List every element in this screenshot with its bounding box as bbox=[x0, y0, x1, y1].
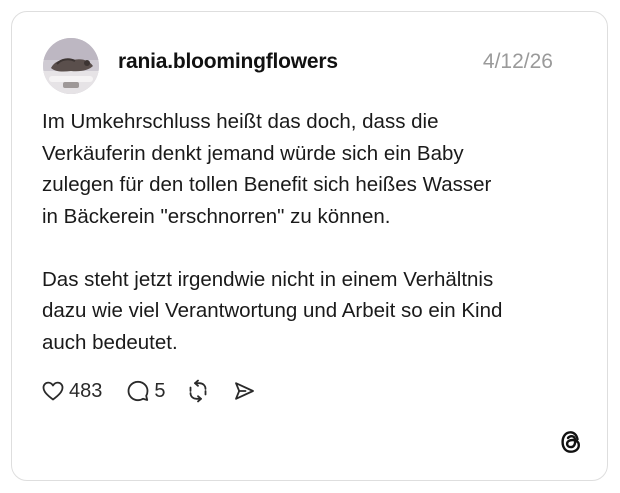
like-button[interactable]: 483 bbox=[41, 379, 102, 403]
like-count: 483 bbox=[69, 379, 103, 402]
post-card: rania.bloomingflowers 4/12/26 Im Umkehrs… bbox=[11, 11, 608, 481]
post-actions: 483 5 bbox=[41, 376, 256, 406]
avatar[interactable] bbox=[43, 38, 99, 94]
post-paragraph: Im Umkehrschluss heißt das doch, dass di… bbox=[42, 106, 582, 232]
post-line: Das steht jetzt irgendwie nicht in einem… bbox=[42, 267, 494, 291]
share-button[interactable] bbox=[232, 379, 256, 403]
repost-icon bbox=[189, 379, 206, 403]
post-date: 4/12/26 bbox=[482, 50, 553, 73]
comment-count: 5 bbox=[154, 379, 166, 402]
post-line: auch bedeutet. bbox=[42, 330, 178, 354]
post-line: in Bäckerein "erschnorren" zu können. bbox=[42, 204, 391, 228]
comment-button[interactable]: 5 bbox=[126, 379, 166, 403]
comment-icon bbox=[127, 380, 149, 402]
post-body: Im Umkehrschluss heißt das doch, dass di… bbox=[42, 106, 582, 358]
post-line: dazu wie viel Verantwortung und Arbeit s… bbox=[42, 299, 503, 322]
repost-button[interactable] bbox=[186, 379, 210, 403]
post-line: Verkäuferin denkt jemand würde sich ein … bbox=[42, 141, 464, 165]
threads-logo-icon bbox=[558, 428, 584, 456]
avatar-photo bbox=[43, 38, 99, 94]
share-icon bbox=[234, 382, 254, 400]
post-paragraph: Das steht jetzt irgendwie nicht in einem… bbox=[42, 264, 582, 359]
heart-icon bbox=[42, 381, 64, 401]
post-line: zulegen für den tollen Benefit sich heiß… bbox=[42, 173, 492, 196]
post-line: Im Umkehrschluss heißt das doch, dass di… bbox=[42, 110, 439, 133]
username[interactable]: rania.bloomingflowers bbox=[118, 50, 338, 74]
